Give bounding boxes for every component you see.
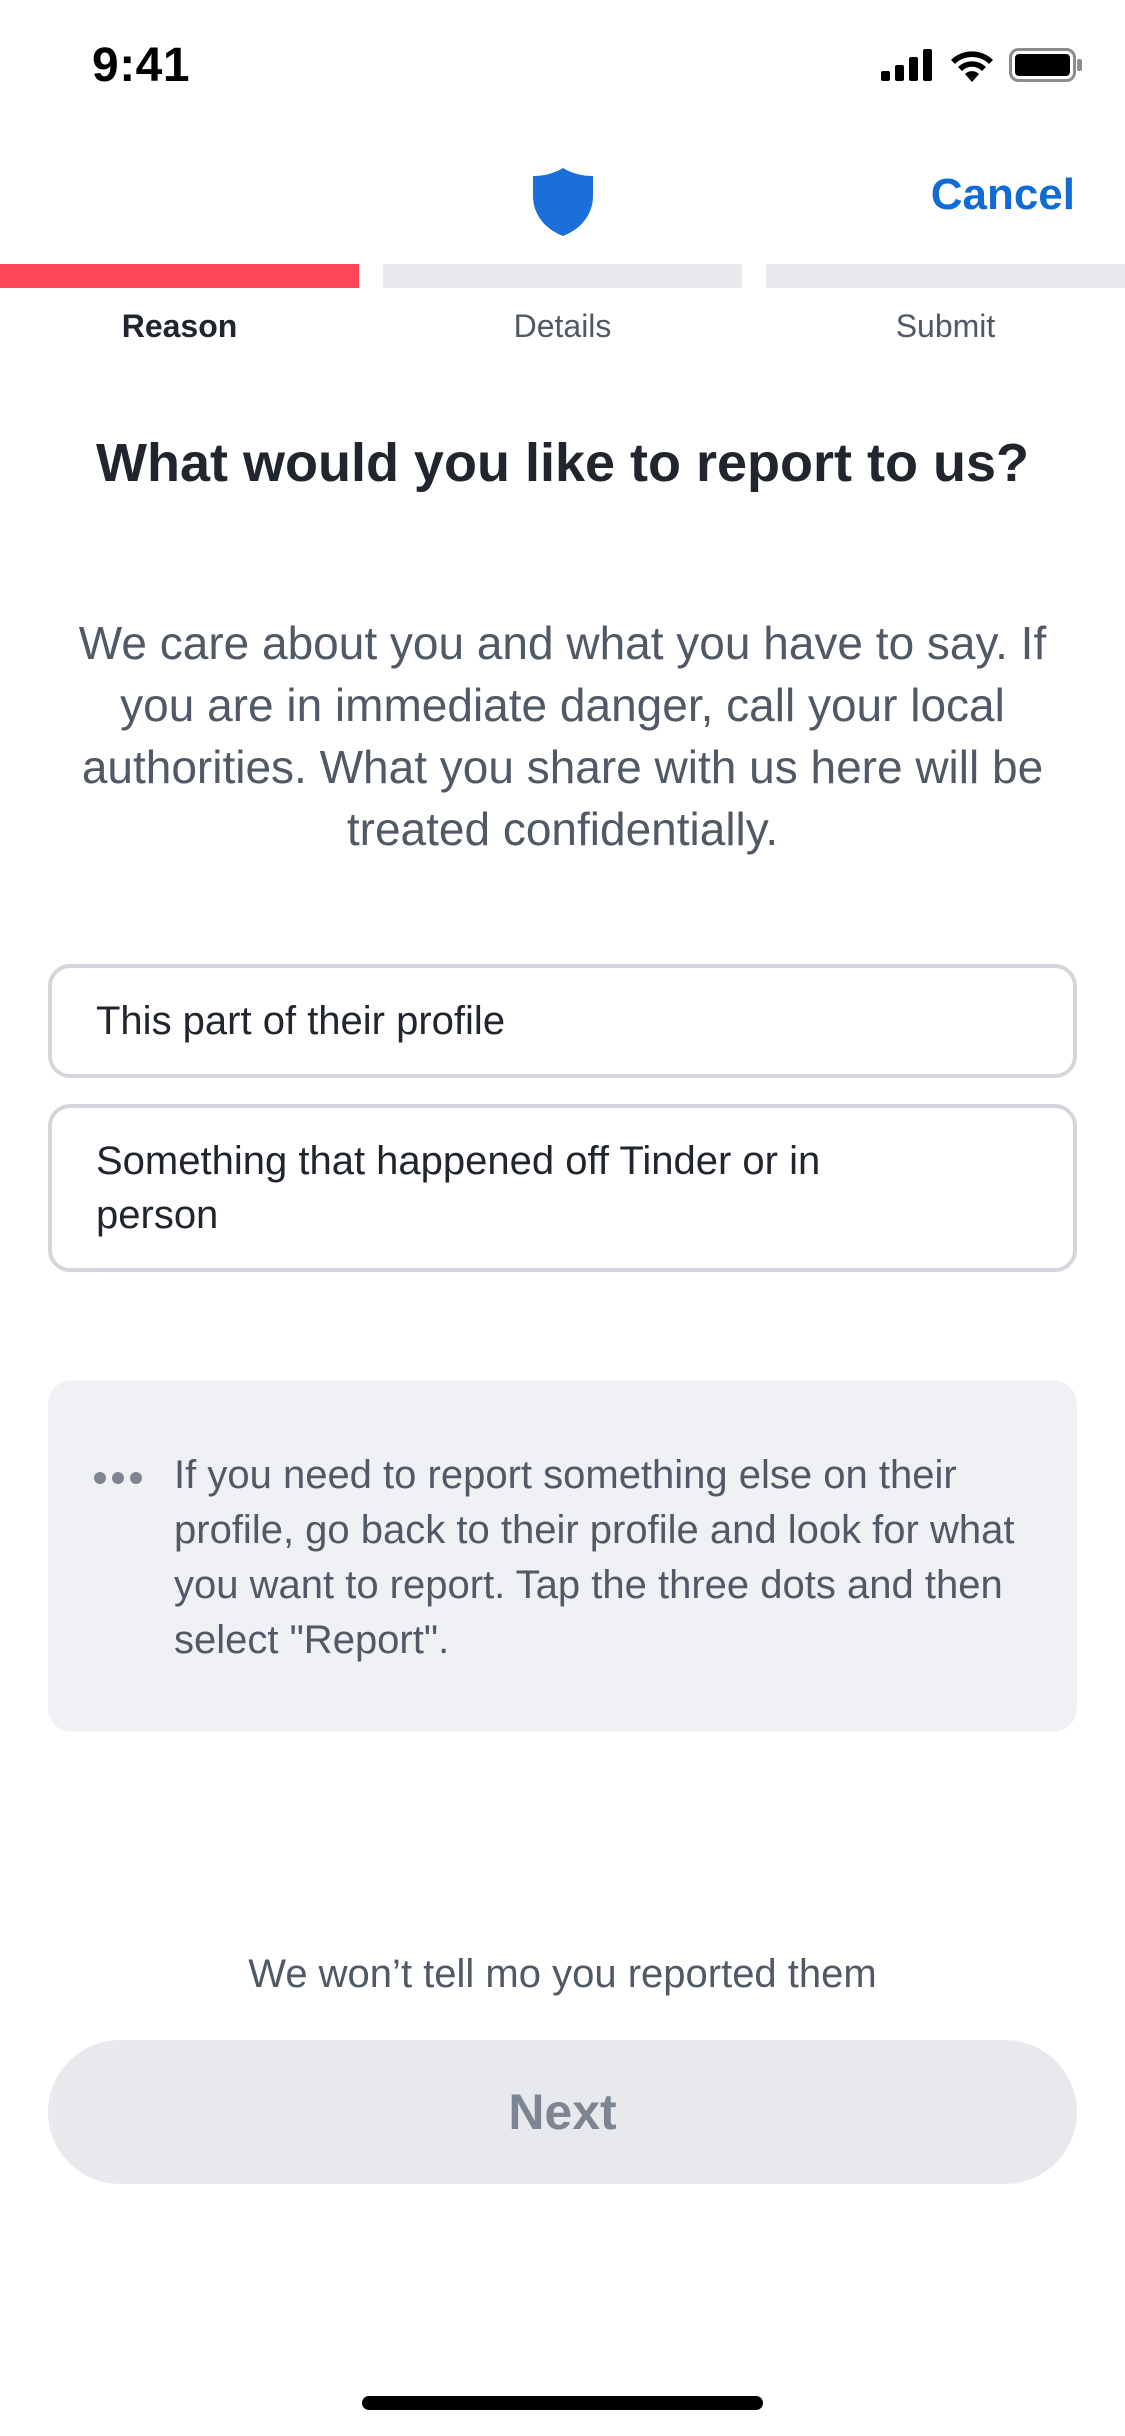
next-button[interactable]: Next: [48, 2040, 1077, 2184]
step-details: Details: [383, 264, 742, 345]
home-indicator: [362, 2396, 763, 2410]
cellular-signal-icon: [881, 49, 932, 81]
option-label: This part of their profile: [96, 998, 506, 1043]
wifi-icon: [951, 51, 993, 82]
step-label-submit: Submit: [895, 308, 996, 344]
info-text: If you need to report something else on …: [174, 1453, 1015, 1662]
option-profile-part[interactable]: This part of their profile: [48, 964, 1077, 1078]
step-bar-submit: [766, 264, 1125, 288]
step-label-reason: Reason: [121, 308, 238, 344]
cancel-button[interactable]: Cancel: [931, 170, 1075, 220]
more-dots-icon: [94, 1472, 142, 1484]
status-bar: 9:41: [0, 0, 1125, 140]
step-label-details: Details: [513, 308, 612, 344]
step-bar-details: [383, 264, 742, 288]
page-title: What would you like to report to us?: [96, 433, 1029, 493]
anonymity-notice: We won’t tell mo you reported them: [248, 1952, 877, 1996]
step-submit: Submit: [766, 264, 1125, 345]
status-icons: [881, 48, 1083, 82]
status-time: 9:41: [92, 39, 191, 92]
progress-steps: Reason Details Submit: [0, 264, 1125, 354]
header: Cancel: [0, 140, 1125, 260]
step-bar-reason: [0, 264, 359, 288]
page-description: We care about you and what you have to s…: [78, 617, 1047, 855]
shield-icon: [533, 168, 593, 236]
option-label: Something that happened off Tinder or in…: [96, 1139, 821, 1237]
info-box: If you need to report something else on …: [48, 1380, 1077, 1732]
option-off-tinder[interactable]: Something that happened off Tinder or in…: [48, 1104, 1077, 1272]
battery-icon: [1009, 48, 1082, 82]
step-reason: Reason: [0, 264, 359, 345]
